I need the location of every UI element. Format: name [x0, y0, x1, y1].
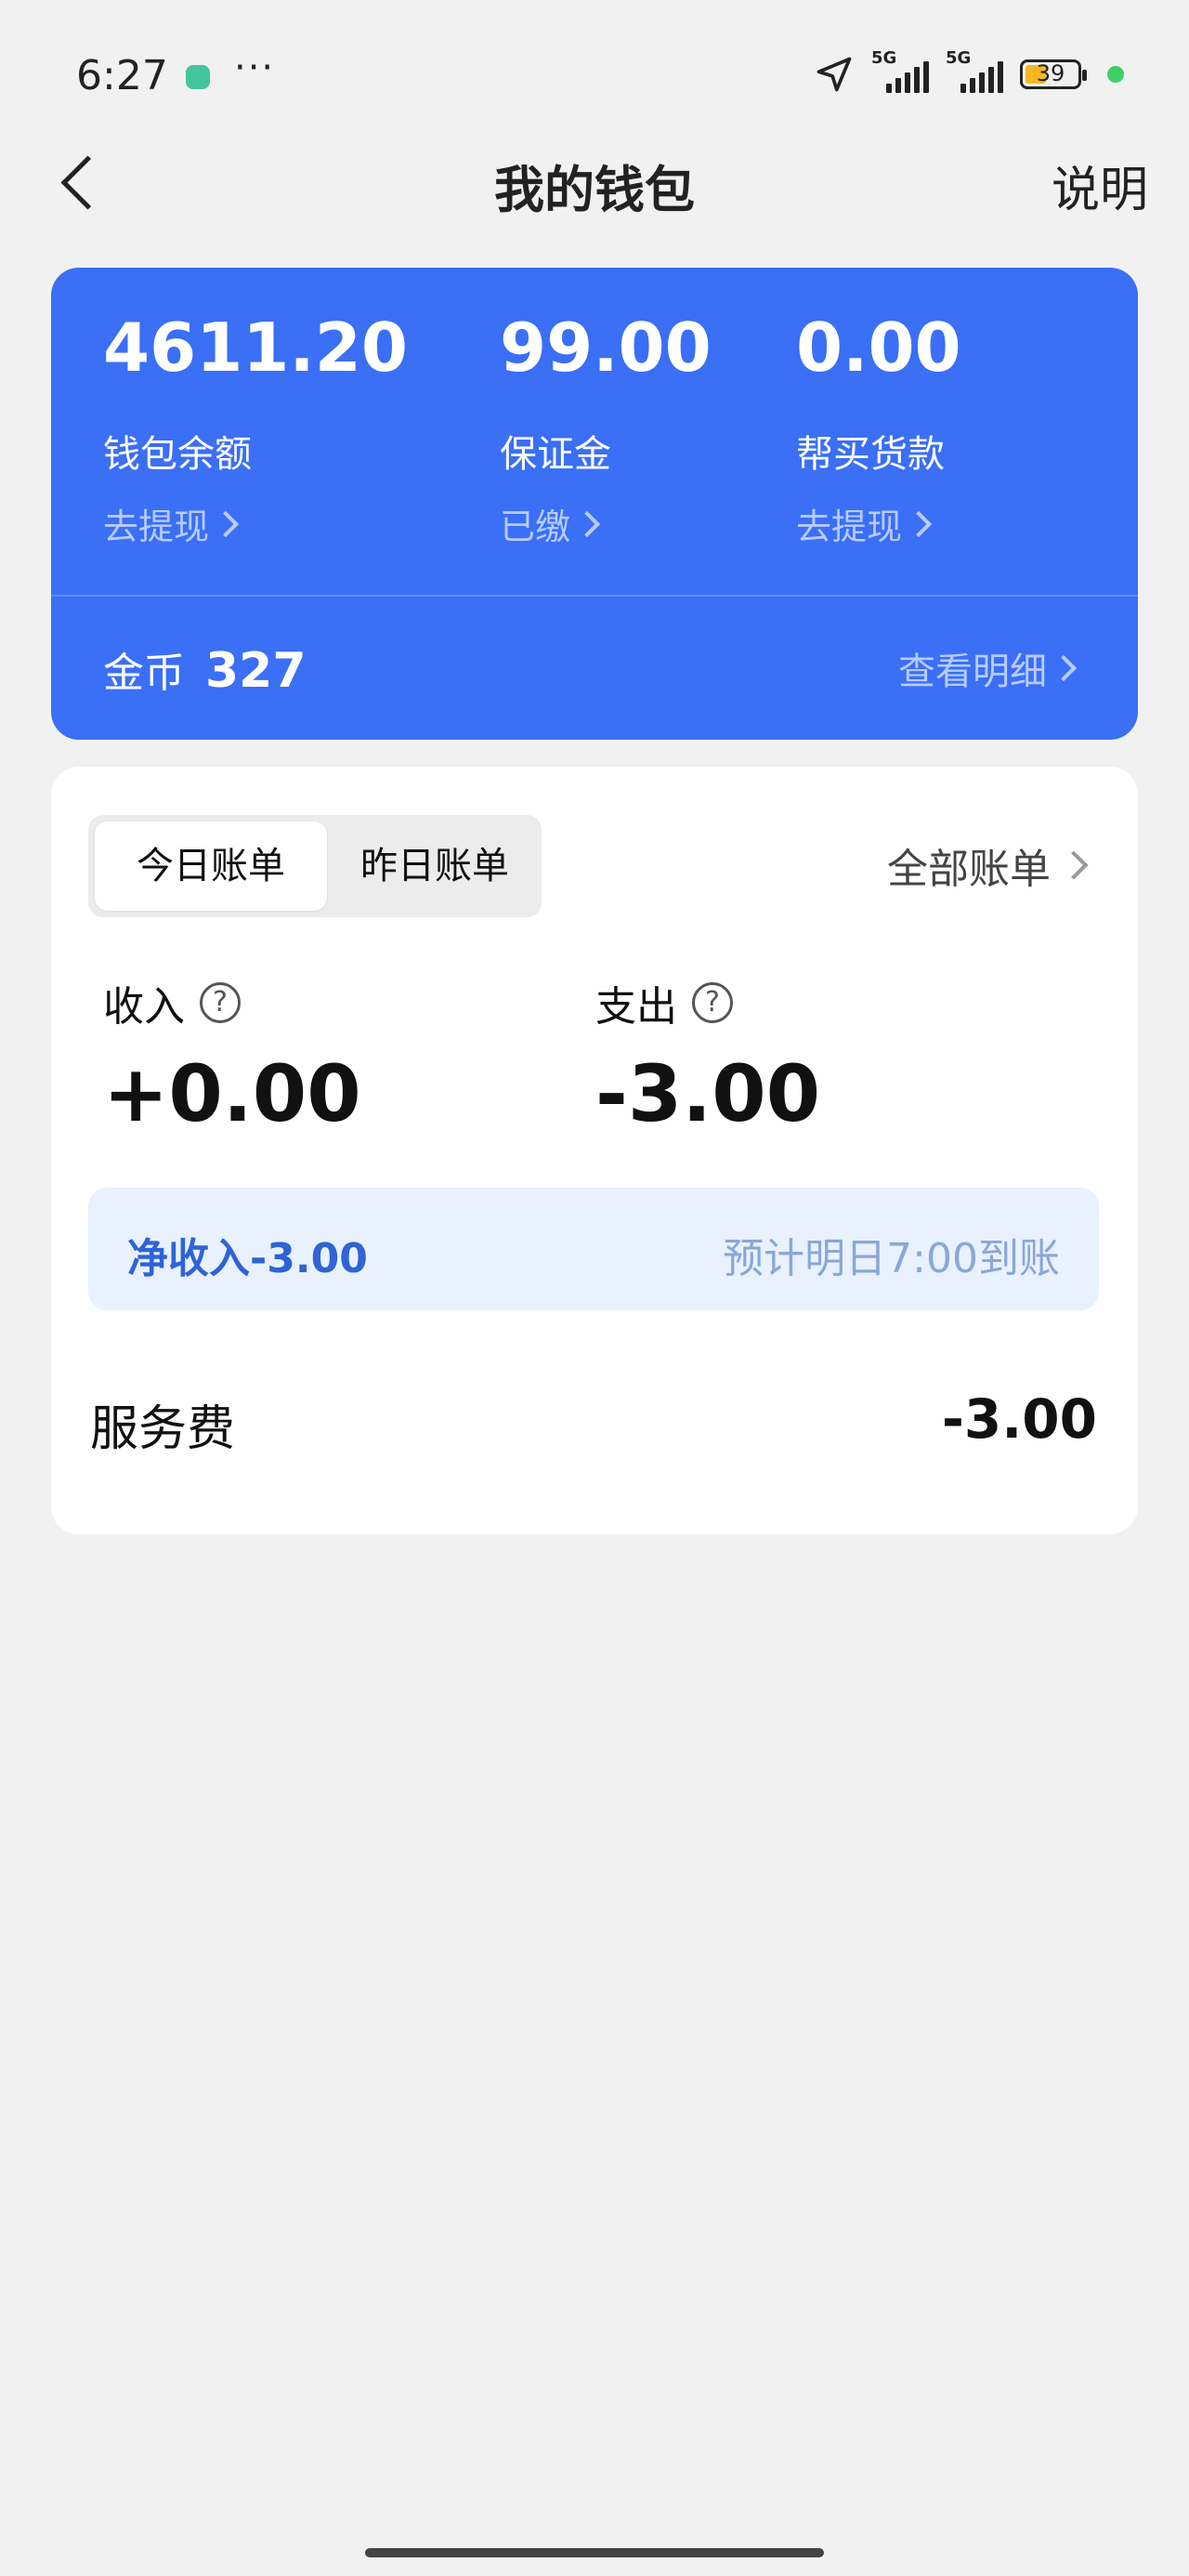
purchase-column: 0.00 帮买货款 去提现: [796, 314, 961, 549]
deposit-paid-link[interactable]: 已缴: [500, 498, 712, 549]
coins-label: 金币: [103, 650, 185, 697]
privacy-indicator-dot: [1107, 66, 1124, 83]
status-more-icon: ···: [234, 46, 276, 89]
page-title: 我的钱包: [494, 161, 695, 219]
coins-detail-link[interactable]: 查看明细: [898, 641, 1078, 695]
expense-label: 支出: [595, 983, 677, 1031]
purchase-withdraw-link[interactable]: 去提现: [796, 498, 961, 549]
status-time: 6:27: [76, 52, 168, 99]
message-app-icon: [186, 65, 210, 89]
home-indicator[interactable]: [365, 2548, 824, 2557]
net-income-label: 净收入-3.00: [127, 1235, 368, 1282]
deposit-column: 99.00 保证金 已缴: [500, 314, 712, 549]
balance-column: 4611.20 钱包余额 去提现: [103, 314, 408, 549]
coins-value: 327: [205, 643, 307, 699]
chevron-right-icon: [212, 510, 240, 537]
help-icon[interactable]: ?: [692, 982, 733, 1023]
income-stat: 收入 ? +0.00: [103, 973, 361, 1133]
service-fee-label: 服务费: [90, 1401, 236, 1457]
location-arrow-icon: [817, 57, 852, 92]
net-income-bar: 净收入-3.00 预计明日7:00到账: [88, 1188, 1099, 1310]
purchase-label: 帮买货款: [796, 433, 945, 476]
bill-tab-switch: 今日账单 昨日账单: [88, 815, 542, 917]
signal-icon-2: 5G: [946, 48, 1003, 93]
all-bills-link[interactable]: 全部账单: [887, 835, 1089, 895]
bill-card: 今日账单 昨日账单 全部账单 收入 ? +0.00 支出 ? -3.00 净收入…: [51, 767, 1138, 1534]
chevron-right-icon: [905, 510, 933, 537]
expense-stat: 支出 ? -3.00: [595, 973, 820, 1133]
instructions-button[interactable]: 说明: [1052, 151, 1148, 220]
balance-amount: 4611.20: [103, 309, 408, 387]
service-fee-value: -3.00: [941, 1387, 1097, 1451]
divider: [51, 595, 1138, 597]
help-icon[interactable]: ?: [200, 982, 241, 1023]
battery-icon: 39: [1020, 59, 1087, 89]
income-label: 收入: [103, 983, 185, 1031]
coins-row: 金币 327: [103, 639, 307, 699]
status-bar: 6:27 ··· 5G 5G 39: [0, 0, 1189, 149]
signal-icon-1: 5G: [871, 48, 929, 93]
chevron-right-icon: [1050, 654, 1078, 682]
income-value: +0.00: [103, 1048, 361, 1139]
deposit-label: 保证金: [500, 433, 611, 476]
arrival-eta: 预计明日7:00到账: [723, 1235, 1060, 1282]
balance-withdraw-link[interactable]: 去提现: [103, 498, 408, 549]
tab-yesterday-bill[interactable]: 昨日账单: [330, 821, 540, 911]
chevron-right-icon: [1059, 850, 1089, 880]
status-indicators: 5G 5G 39: [814, 48, 1124, 95]
balance-label: 钱包余额: [103, 433, 252, 476]
tab-today-bill[interactable]: 今日账单: [95, 821, 327, 911]
deposit-amount: 99.00: [500, 309, 712, 387]
wallet-card: 4611.20 钱包余额 去提现 99.00 保证金 已缴 0.00 帮买货款 …: [51, 268, 1138, 740]
purchase-amount: 0.00: [796, 309, 961, 387]
expense-value: -3.00: [595, 1048, 821, 1139]
chevron-right-icon: [573, 510, 601, 537]
